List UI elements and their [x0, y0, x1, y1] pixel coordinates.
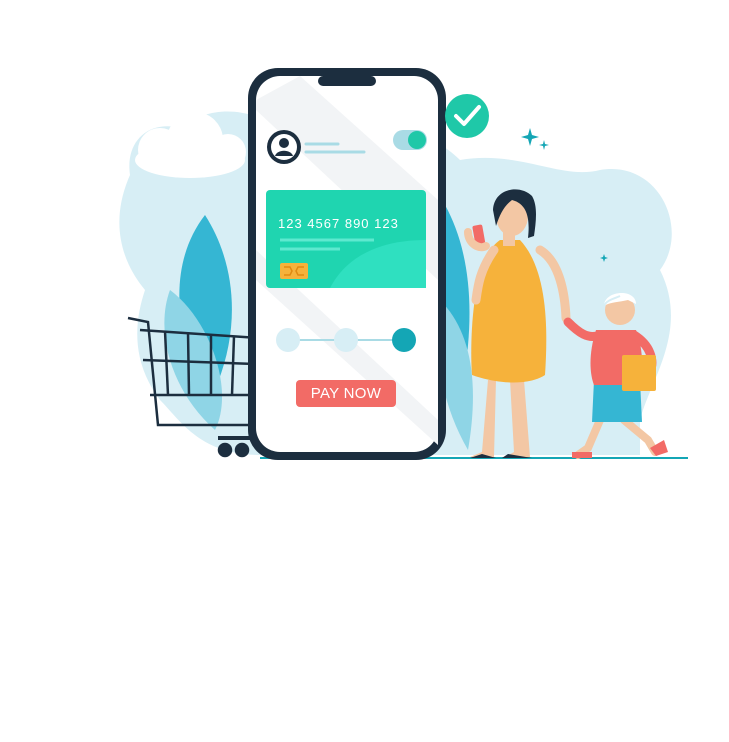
credit-card: [266, 190, 426, 288]
step-3: [392, 328, 416, 352]
check-icon: [445, 94, 489, 138]
toggle-switch[interactable]: [393, 130, 427, 150]
card-number: 123 4567 890 123: [278, 216, 399, 231]
avatar-icon: [267, 130, 301, 164]
payment-illustration: [119, 68, 688, 460]
pay-now-button[interactable]: PAY NOW: [296, 380, 396, 407]
chip-icon: [280, 263, 308, 279]
step-2: [334, 328, 358, 352]
step-1: [276, 328, 300, 352]
